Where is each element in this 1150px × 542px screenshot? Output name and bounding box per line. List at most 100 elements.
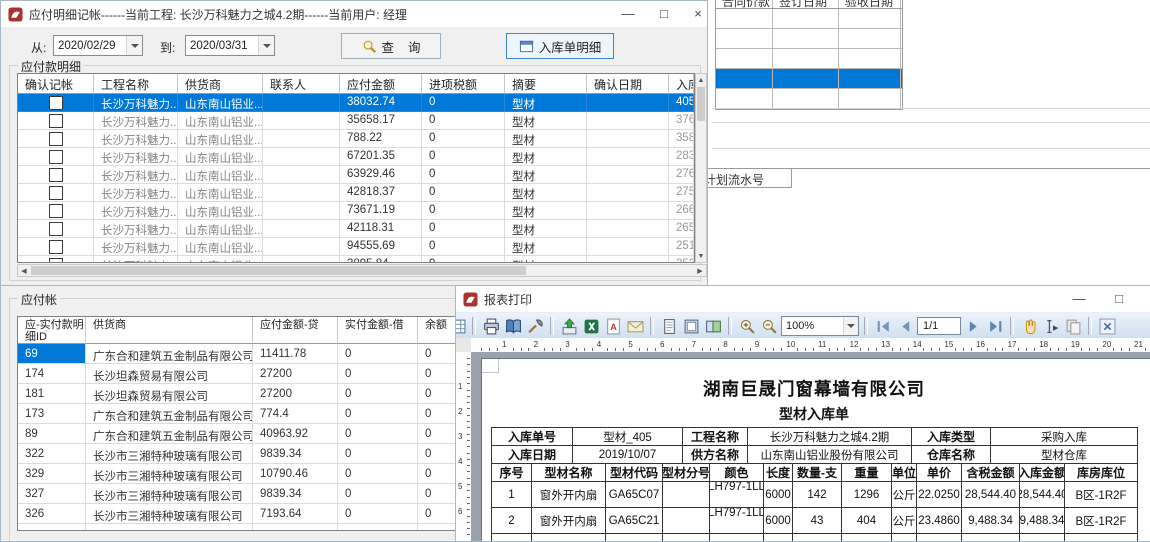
column-header-0[interactable]: 确认记帐 (18, 74, 94, 94)
close-button[interactable]: × (1142, 290, 1150, 307)
scroll-down-icon[interactable]: ▼ (696, 251, 706, 261)
page-number-box[interactable]: 1/1 (917, 317, 961, 335)
table-row[interactable]: 长沙万科魅力...山东南山铝业...73671.190型材266 (18, 202, 694, 220)
minimize-button[interactable]: — (1064, 290, 1094, 307)
hand-icon[interactable] (1019, 316, 1039, 336)
id-cell[interactable]: 327 (18, 484, 86, 504)
table-row[interactable]: 322长沙市三湘特种玻璃有限公司9839.3400 (18, 444, 479, 464)
table-row[interactable] (716, 69, 902, 89)
scrollbar-thumb[interactable] (31, 266, 526, 275)
id-cell[interactable]: 174 (18, 364, 86, 384)
scrollbar-thumb[interactable] (697, 87, 705, 121)
row-checkbox[interactable] (49, 186, 63, 200)
checkbox-cell[interactable] (18, 130, 94, 148)
vertical-scrollbar[interactable]: ▲ ▼ (695, 73, 707, 263)
table-row[interactable]: 长沙万科魅力...山东南山铝业...35658.170型材376 (18, 112, 694, 130)
nav-prev-icon[interactable] (895, 316, 915, 336)
row-checkbox[interactable] (49, 168, 63, 182)
table-row[interactable]: 长沙万科魅力...山东南山铝业...3895.840型材252 (18, 256, 694, 263)
minimize-button[interactable]: — (613, 5, 643, 22)
nav-last-icon[interactable] (985, 316, 1005, 336)
zoom-out-icon[interactable] (759, 316, 779, 336)
table-row[interactable]: 174长沙坦森贸易有限公司2720000 (18, 364, 479, 384)
checkbox-cell[interactable] (18, 202, 94, 220)
id-cell[interactable]: 173 (18, 404, 86, 424)
column-header-0[interactable]: 应-实付款明细ID (18, 317, 86, 344)
table-row[interactable] (716, 89, 902, 109)
table-row[interactable] (716, 29, 902, 49)
table-row[interactable]: 327长沙市三湘特种玻璃有限公司9839.3400 (18, 484, 479, 504)
maximize-button[interactable]: □ (1104, 290, 1134, 307)
table-row[interactable]: 长沙万科魅力...山东南山铝业...67201.350型材283 (18, 148, 694, 166)
row-checkbox[interactable] (49, 240, 63, 254)
column-header-8[interactable]: 入库 (669, 74, 694, 94)
page-setup-icon[interactable] (659, 316, 679, 336)
checkbox-cell[interactable] (18, 220, 94, 238)
checkbox-cell[interactable] (18, 112, 94, 130)
row-checkbox[interactable] (49, 114, 63, 128)
table-row[interactable]: 长沙万科魅力...山东南山铝业...42818.370型材275 (18, 184, 694, 202)
column-header-2[interactable]: 应付金额-贷 (253, 317, 338, 344)
chevron-down-icon[interactable] (126, 36, 142, 55)
column-header-2[interactable]: 供货商 (178, 74, 263, 94)
chevron-down-icon[interactable] (258, 36, 274, 55)
id-cell[interactable]: 89 (18, 424, 86, 444)
id-cell[interactable] (18, 524, 86, 531)
column-header-1[interactable]: 工程名称 (94, 74, 178, 94)
inbound-detail-button[interactable]: 入库单明细 (506, 33, 614, 59)
title-bar[interactable]: 应付明细记帐------当前工程: 长沙万科魅力之城4.2期------当前用户… (1, 1, 707, 27)
scroll-up-icon[interactable]: ▲ (696, 75, 706, 85)
text-select-icon[interactable] (1041, 316, 1061, 336)
table-row[interactable]: 173广东合和建筑五金制品有限公司774.400 (18, 404, 479, 424)
query-button[interactable]: 查 询 (341, 33, 441, 59)
horizontal-scrollbar[interactable]: ◀ ▶ (17, 264, 707, 277)
checkbox-cell[interactable] (18, 184, 94, 202)
close-x-icon[interactable] (1097, 316, 1117, 336)
table-row[interactable]: 329长沙市三湘特种玻璃有限公司10790.4600 (18, 464, 479, 484)
copy-icon[interactable] (1063, 316, 1083, 336)
table-row[interactable]: 长沙万科魅力...山东南山铝业...94555.690型材251 (18, 238, 694, 256)
table-row[interactable]: 长沙万科魅力...山东南山铝业...38032.740型材405 (18, 94, 694, 112)
close-button[interactable]: × (683, 5, 713, 22)
row-checkbox[interactable] (49, 132, 63, 146)
column-header-5[interactable]: 进项税额 (422, 74, 505, 94)
table-row[interactable]: 326长沙市三湘特种玻璃有限公司7193.6400 (18, 504, 479, 524)
scroll-right-icon[interactable]: ▶ (695, 265, 705, 276)
column-header-3[interactable]: 联系人 (263, 74, 340, 94)
from-date-select[interactable]: 2020/02/29 (53, 35, 143, 56)
maximize-button[interactable]: □ (649, 5, 679, 22)
table-row[interactable]: 69广东合和建筑五金制品有限公司11411.7800 (18, 344, 479, 364)
zoom-in-icon[interactable] (737, 316, 757, 336)
checkbox-cell[interactable] (18, 148, 94, 166)
id-cell[interactable]: 322 (18, 444, 86, 464)
checkbox-cell[interactable] (18, 256, 94, 263)
title-bar[interactable]: 报表打印 — □ × (456, 286, 1150, 312)
table-row[interactable]: 长沙市三湘特种玻璃有限公司 (18, 524, 479, 531)
tools-icon[interactable] (525, 316, 545, 336)
row-checkbox[interactable] (49, 150, 63, 164)
table-row[interactable] (716, 49, 902, 69)
page-single-icon[interactable] (681, 316, 701, 336)
nav-next-icon[interactable] (963, 316, 983, 336)
nav-first-icon[interactable] (873, 316, 893, 336)
pdf-icon[interactable]: A (603, 316, 623, 336)
column-header-4[interactable]: 应付金额 (340, 74, 422, 94)
print-icon[interactable] (481, 316, 501, 336)
preview-canvas[interactable]: 湖南巨晟门窗幕墙有限公司 型材入库单 入库单号型材_405工程名称长沙万科魅力之… (471, 352, 1150, 541)
table-row[interactable]: 长沙万科魅力...山东南山铝业...788.220型材358 (18, 130, 694, 148)
column-header-3[interactable]: 实付金额-借 (338, 317, 418, 344)
excel-icon[interactable] (581, 316, 601, 336)
zoom-level-select[interactable]: 100% (781, 316, 859, 336)
checkbox-cell[interactable] (18, 238, 94, 256)
to-date-select[interactable]: 2020/03/31 (185, 35, 275, 56)
row-checkbox[interactable] (49, 96, 63, 110)
chevron-down-icon[interactable] (843, 317, 858, 335)
row-checkbox[interactable] (49, 204, 63, 218)
mail-icon[interactable] (625, 316, 645, 336)
table-row[interactable]: 长沙万科魅力...山东南山铝业...63929.460型材276 (18, 166, 694, 184)
id-cell[interactable]: 329 (18, 464, 86, 484)
id-cell[interactable]: 69 (18, 344, 86, 364)
export-icon[interactable] (559, 316, 579, 336)
checkbox-cell[interactable] (18, 166, 94, 184)
table-row[interactable]: 89广东合和建筑五金制品有限公司40963.9200 (18, 424, 479, 444)
